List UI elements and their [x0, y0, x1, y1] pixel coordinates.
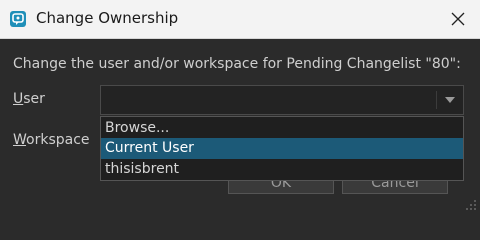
title-bar: Change Ownership	[0, 0, 480, 39]
dropdown-item-thisisbrent[interactable]: thisisbrent	[101, 159, 463, 180]
user-combobox[interactable]	[100, 85, 464, 115]
resize-grip-icon[interactable]	[465, 199, 477, 211]
chevron-down-icon	[445, 97, 455, 103]
workspace-label-mnemonic: W	[13, 132, 27, 148]
dropdown-item-browse[interactable]: Browse...	[101, 118, 463, 139]
perforce-app-icon	[10, 11, 26, 27]
window-title: Change Ownership	[36, 9, 179, 27]
dropdown-item-current-user[interactable]: Current User	[101, 138, 463, 159]
user-dropdown-list: Browse... Current User thisisbrent	[100, 116, 464, 181]
user-label-text: ser	[23, 91, 45, 107]
user-label-mnemonic: U	[13, 91, 24, 107]
close-button[interactable]	[436, 0, 480, 38]
dialog-prompt: Change the user and/or workspace for Pen…	[13, 56, 461, 72]
user-label: User	[13, 91, 45, 107]
workspace-label: Workspace	[13, 132, 90, 148]
user-combobox-dropdown-button[interactable]	[437, 86, 463, 114]
close-icon	[451, 12, 465, 26]
workspace-label-text: orkspace	[26, 132, 90, 148]
